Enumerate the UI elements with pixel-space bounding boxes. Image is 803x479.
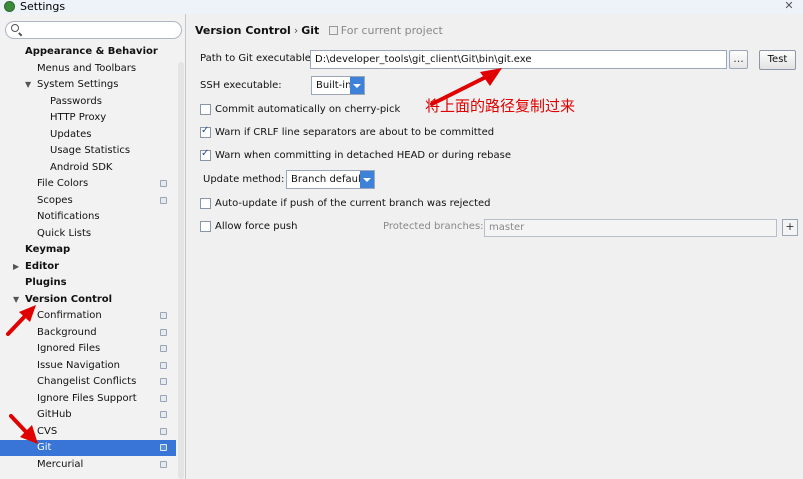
sidebar-item-usage-statistics[interactable]: Usage Statistics <box>0 143 176 159</box>
protected-branches-label: Protected branches: <box>383 221 484 232</box>
project-scope-icon <box>160 378 167 385</box>
project-scope-icon <box>160 180 167 187</box>
cherry-pick-checkbox[interactable] <box>200 104 211 115</box>
expand-arrow-icon[interactable]: ▼ <box>25 77 31 93</box>
sidebar-item-label: Changelist Conflicts <box>37 376 137 387</box>
sidebar-item-passwords[interactable]: Passwords <box>0 94 176 110</box>
sidebar-item-keymap[interactable]: Keymap <box>0 242 176 258</box>
breadcrumb: Version Control › Git For current project <box>195 24 443 37</box>
settings-sidebar: Appearance & Behavior Menus and Toolbars ▼… <box>0 14 186 479</box>
sidebar-scrollbar[interactable] <box>178 62 184 479</box>
ssh-label: SSH executable: <box>200 80 282 91</box>
breadcrumb-separator: › <box>293 24 299 37</box>
project-scope-icon <box>160 312 167 319</box>
close-button[interactable]: ✕ <box>779 0 799 12</box>
sidebar-item-label: Editor <box>25 260 59 272</box>
collapse-arrow-icon[interactable]: ▶ <box>13 259 19 275</box>
sidebar-item-quick-lists[interactable]: Quick Lists <box>0 226 176 242</box>
project-scope-icon <box>160 328 167 336</box>
sidebar-item-scopes[interactable]: Scopes <box>0 193 176 209</box>
sidebar-item-label: Ignored Files <box>37 343 101 354</box>
sidebar-item-mercurial[interactable]: Mercurial <box>0 457 176 473</box>
git-path-input[interactable]: D:\developer_tools\git_client\Git\bin\gi… <box>310 50 727 69</box>
project-scope-icon <box>160 411 167 418</box>
path-label: Path to Git executable: <box>200 53 315 64</box>
breadcrumb-page: Git <box>301 24 320 37</box>
auto-update-label: Auto-update if push of the current branc… <box>215 198 491 209</box>
project-scope-note: For current project <box>328 24 443 37</box>
project-scope-icon <box>160 460 167 468</box>
sidebar-item-label: Usage Statistics <box>50 145 131 156</box>
red-arrow-icon <box>430 68 502 106</box>
auto-update-checkbox[interactable] <box>200 198 211 209</box>
browse-button[interactable]: ... <box>729 50 748 69</box>
sidebar-item-label: Updates <box>50 128 92 140</box>
sidebar-item-label: Keymap <box>25 244 71 255</box>
update-method-label: Update method: <box>203 174 285 185</box>
sidebar-item-file-colors[interactable]: File Colors <box>0 176 176 192</box>
sidebar-item-changelist-conflicts[interactable]: Changelist Conflicts <box>0 374 176 390</box>
sidebar-item-menus-and-toolbars[interactable]: Menus and Toolbars <box>0 61 176 77</box>
add-branch-button[interactable]: + <box>782 219 798 236</box>
chevron-down-icon <box>360 171 374 188</box>
sidebar-item-label: Issue Navigation <box>37 359 120 371</box>
sidebar-item-label: Plugins <box>25 277 67 288</box>
sidebar-item-issue-navigation[interactable]: Issue Navigation <box>0 358 176 374</box>
sidebar-item-ignored-files[interactable]: Ignored Files <box>0 341 176 357</box>
detached-head-label: Warn when committing in detached HEAD or… <box>215 150 512 161</box>
red-arrow-icon <box>6 305 36 336</box>
sidebar-item-label: Appearance & Behavior <box>25 46 158 57</box>
window-title: Settings <box>20 0 66 13</box>
sidebar-item-notifications[interactable]: Notifications <box>0 209 176 225</box>
project-icon <box>328 26 338 35</box>
chevron-down-icon <box>350 77 364 94</box>
sidebar-item-label: Passwords <box>50 95 102 107</box>
sidebar-item-ignore-files-support[interactable]: Ignore Files Support <box>0 391 176 407</box>
sidebar-item-http-proxy[interactable]: HTTP Proxy <box>0 110 176 126</box>
force-push-label: Allow force push <box>215 221 298 232</box>
sidebar-item-label: Confirmation <box>37 310 102 321</box>
sidebar-item-appearance-behavior[interactable]: Appearance & Behavior <box>0 44 176 60</box>
search-input[interactable] <box>5 21 182 39</box>
sidebar-item-label: Notifications <box>37 211 100 222</box>
sidebar-item-label: HTTP Proxy <box>50 112 107 123</box>
test-button[interactable]: Test <box>759 50 796 70</box>
sidebar-item-updates[interactable]: Updates <box>0 127 176 143</box>
sidebar-item-plugins[interactable]: Plugins <box>0 275 176 291</box>
breadcrumb-section: Version Control <box>195 24 291 37</box>
project-scope-icon <box>160 361 167 369</box>
red-arrow-icon <box>9 414 38 444</box>
sidebar-item-android-sdk[interactable]: Android SDK <box>0 160 176 176</box>
search-icon <box>11 24 19 32</box>
project-scope-icon <box>160 427 167 435</box>
sidebar-item-label: Android SDK <box>50 161 113 173</box>
app-icon <box>4 1 15 12</box>
sidebar-item-label: Scopes <box>37 194 73 206</box>
sidebar-item-editor[interactable]: ▶ Editor <box>0 259 176 275</box>
project-scope-icon <box>160 196 167 204</box>
sidebar-item-label: System Settings <box>37 79 119 90</box>
protected-branches-input[interactable]: master <box>484 219 777 237</box>
force-push-checkbox[interactable] <box>200 221 211 232</box>
project-scope-icon <box>160 394 167 402</box>
title-bar: Settings ✕ <box>0 0 803 14</box>
sidebar-item-label: Menus and Toolbars <box>37 62 137 74</box>
detached-head-checkbox[interactable] <box>200 148 211 161</box>
crlf-checkbox[interactable] <box>200 125 211 138</box>
ssh-executable-select[interactable]: Built-in <box>311 76 365 95</box>
sidebar-item-label: Mercurial <box>37 458 84 470</box>
crlf-label: Warn if CRLF line separators are about t… <box>215 127 495 138</box>
project-scope-icon <box>160 444 167 451</box>
sidebar-item-system-settings[interactable]: ▼ System Settings <box>0 77 176 93</box>
sidebar-item-label: Background <box>37 326 97 338</box>
sidebar-item-label: Quick Lists <box>37 227 92 239</box>
update-method-select[interactable]: Branch default <box>286 170 375 189</box>
project-scope-icon <box>160 345 167 352</box>
sidebar-item-label: Ignore Files Support <box>37 392 137 404</box>
cherry-pick-label: Commit automatically on cherry-pick <box>215 104 401 115</box>
sidebar-item-label: File Colors <box>37 178 89 189</box>
